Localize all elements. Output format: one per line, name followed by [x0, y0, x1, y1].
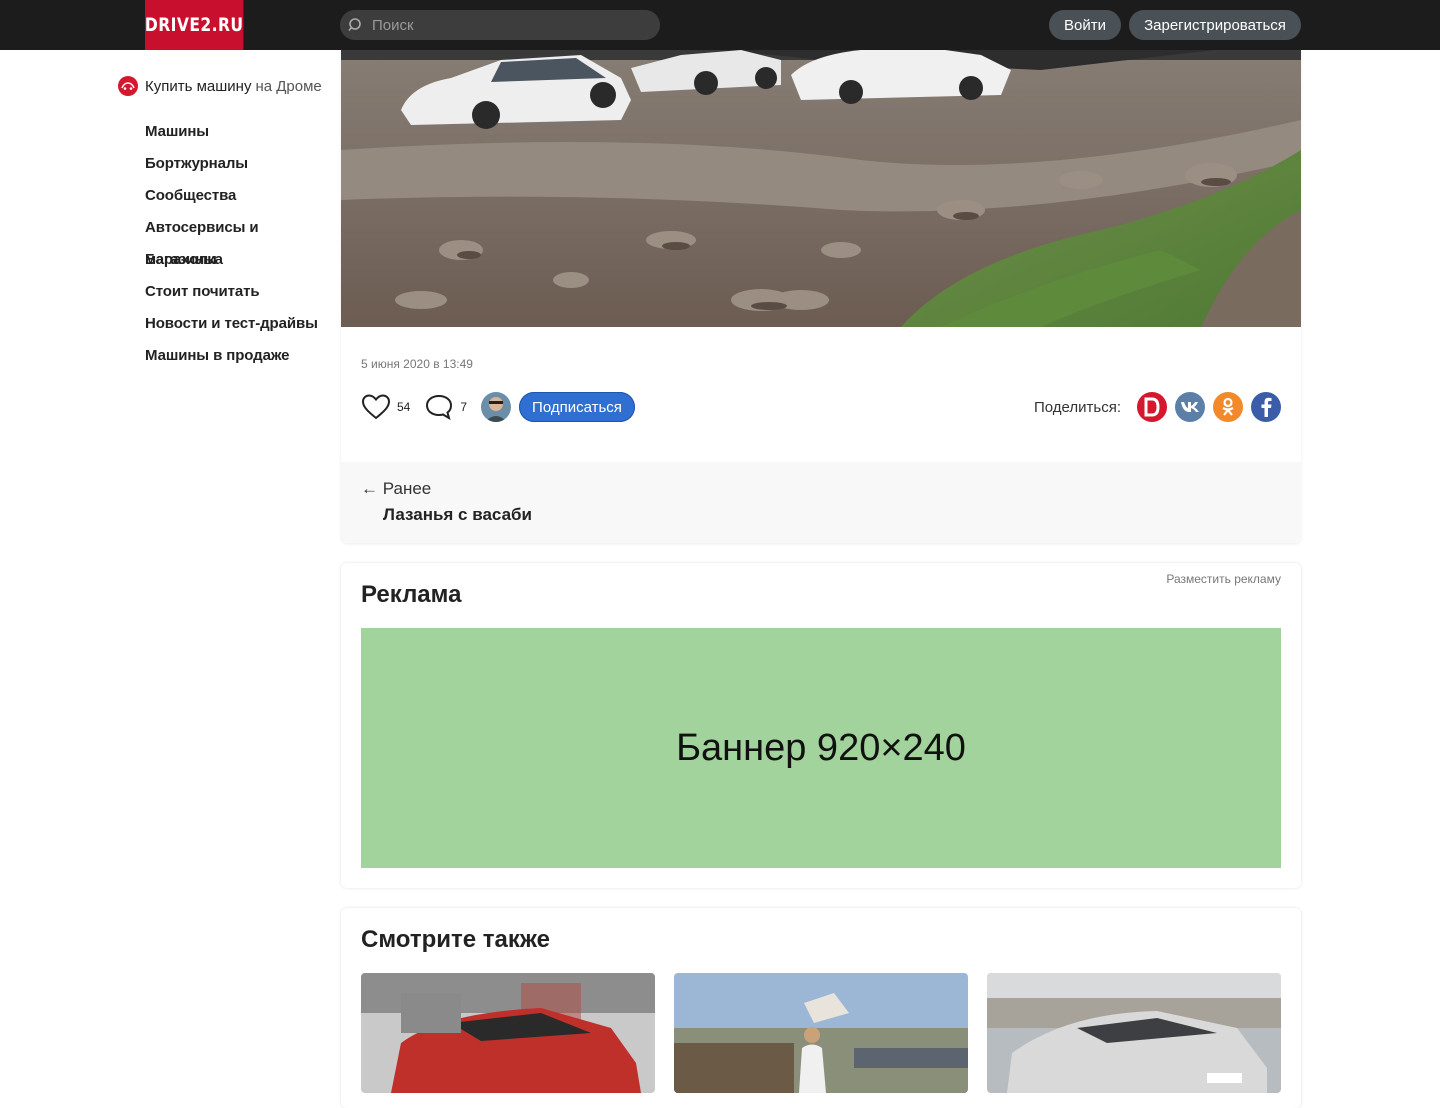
sidebar-item-news[interactable]: Новости и тест-драйвы: [145, 308, 333, 340]
drive2-logo[interactable]: DRIVE2.RU: [145, 0, 244, 50]
previous-label: ← Ранее: [361, 479, 432, 498]
sidebar-item-services[interactable]: Автосервисы и магазины: [145, 212, 333, 268]
sidebar-item-market[interactable]: Барахолка: [145, 244, 333, 276]
sidebar: Купить машину на Дроме Машины Бортжурнал…: [118, 74, 333, 372]
buy-car-source: на Дроме: [255, 77, 322, 95]
author-avatar[interactable]: [481, 392, 512, 422]
search-input[interactable]: [370, 15, 654, 35]
likes-count: 54: [397, 400, 411, 414]
odnoklassniki-icon[interactable]: [1213, 392, 1243, 422]
post-actions: 54 7 Подписаться: [361, 392, 635, 422]
post-date: 5 июня 2020 в 13:49: [361, 357, 473, 371]
see-also-thumb-2[interactable]: [674, 973, 968, 1093]
see-also-title: Смотрите также: [361, 926, 550, 953]
facebook-icon[interactable]: [1251, 392, 1281, 422]
sidebar-item-logbooks[interactable]: Бортжурналы: [145, 148, 333, 180]
previous-title[interactable]: Лазанья с васаби: [383, 505, 532, 525]
share-block: Поделиться:: [1034, 392, 1281, 422]
place-ad-link[interactable]: Разместить рекламу: [1166, 572, 1281, 586]
sidebar-item-worth-reading[interactable]: Стоит почитать: [145, 276, 333, 308]
search-box[interactable]: [340, 10, 660, 40]
subscribe-button[interactable]: Подписаться: [519, 392, 635, 422]
see-also-card: Смотрите также: [341, 908, 1301, 1108]
vk-icon[interactable]: [1175, 392, 1205, 422]
post-card: 5 июня 2020 в 13:49 54 7 Подписаться Под…: [341, 0, 1301, 543]
sidebar-item-communities[interactable]: Сообщества: [145, 180, 333, 212]
ad-banner[interactable]: Баннер 920×240: [361, 628, 1281, 868]
previous-post-link[interactable]: ← Ранее Лазанья с васаби: [341, 462, 1301, 543]
sidebar-item-for-sale[interactable]: Машины в продаже: [145, 340, 333, 372]
comments-count: 7: [460, 400, 468, 414]
login-button[interactable]: Войти: [1049, 10, 1121, 40]
see-also-thumb-3[interactable]: [987, 973, 1281, 1093]
buy-car-link[interactable]: Купить машину на Дроме: [118, 74, 333, 98]
ad-title: Реклама: [361, 581, 462, 608]
share-label: Поделиться:: [1034, 398, 1121, 416]
comment-icon[interactable]: [424, 393, 454, 421]
sidebar-nav: Машины Бортжурналы Сообщества Автосервис…: [145, 116, 333, 372]
ad-card: Реклама Разместить рекламу Баннер 920×24…: [341, 563, 1301, 888]
top-bar: DRIVE2.RU Войти Зарегистрироваться: [0, 0, 1440, 50]
heart-icon[interactable]: [361, 393, 391, 421]
buy-car-label: Купить машину: [145, 77, 252, 95]
sidebar-item-cars[interactable]: Машины: [145, 116, 333, 148]
see-also-thumb-1[interactable]: [361, 973, 655, 1093]
drive2-icon[interactable]: [1137, 392, 1167, 422]
drom-icon: [118, 76, 138, 96]
search-icon: [348, 18, 361, 32]
register-button[interactable]: Зарегистрироваться: [1129, 10, 1301, 40]
